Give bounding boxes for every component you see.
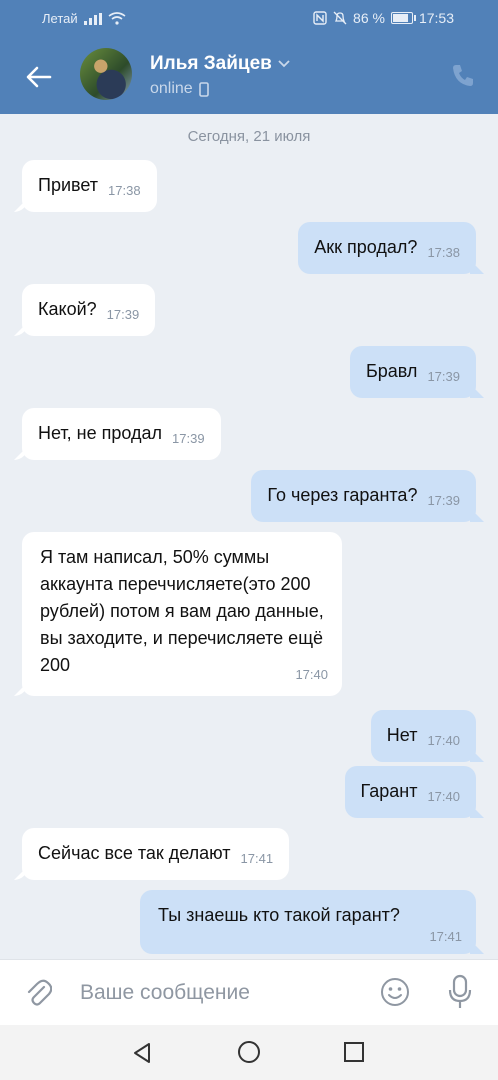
status-right: 86 % 17:53 xyxy=(313,10,454,26)
battery-level xyxy=(392,14,408,22)
message-incoming[interactable]: Какой? 17:39 xyxy=(22,284,156,336)
message-text: Я там написал, 50% суммы аккаунта перечч… xyxy=(40,547,324,675)
mute-icon xyxy=(333,11,347,25)
battery-percent: 86 % xyxy=(353,10,385,26)
message-text: Какой? xyxy=(38,299,97,319)
message-time: 17:38 xyxy=(427,245,460,260)
avatar[interactable] xyxy=(80,48,132,100)
status-bar: Летай 86 % 17:53 xyxy=(0,0,498,38)
message-time: 17:39 xyxy=(427,369,460,384)
carrier-name: Летай xyxy=(42,11,78,26)
contact-status: online xyxy=(150,80,209,98)
message-outgoing[interactable]: Го через гаранта? 17:39 xyxy=(251,470,476,522)
back-arrow-icon[interactable] xyxy=(24,62,54,92)
chat-header: Илья Зайцев online xyxy=(0,38,498,114)
mobile-icon xyxy=(198,81,209,97)
attach-icon[interactable] xyxy=(24,978,52,1008)
message-outgoing[interactable]: Акк продал? 17:38 xyxy=(298,222,476,274)
message-list[interactable]: Сегодня, 21 июля Привет 17:38 Акк продал?… xyxy=(0,114,498,959)
message-text: Ты знаешь кто такой гарант? xyxy=(158,905,400,925)
status-left: Летай xyxy=(42,11,126,26)
emoji-icon[interactable] xyxy=(380,977,410,1007)
message-time: 17:39 xyxy=(172,431,205,446)
contact-name-row[interactable]: Илья Зайцев xyxy=(150,53,290,75)
message-incoming[interactable]: Привет 17:38 xyxy=(22,160,157,212)
message-outgoing[interactable]: Бравл 17:39 xyxy=(349,346,476,398)
nav-recent-icon[interactable] xyxy=(343,1041,365,1063)
system-navigation-bar xyxy=(0,1025,498,1080)
message-time: 17:41 xyxy=(240,851,274,866)
phone-icon[interactable] xyxy=(450,62,476,88)
message-time: 17:39 xyxy=(427,493,460,508)
chevron-down-icon xyxy=(278,60,290,68)
battery-icon xyxy=(390,12,416,24)
contact-name: Илья Зайцев xyxy=(150,53,272,74)
message-time: 17:40 xyxy=(427,733,460,748)
message-text: Сейчас все так делают xyxy=(38,843,231,863)
message-outgoing[interactable]: Гарант 17:40 xyxy=(344,766,476,818)
message-text: Бравл xyxy=(365,361,418,381)
message-text: Нет xyxy=(386,725,418,745)
message-text: Нет, не продал xyxy=(38,423,163,443)
message-time: 17:40 xyxy=(427,789,460,804)
online-status: online xyxy=(150,80,193,97)
signal-icon xyxy=(83,12,102,25)
message-time: 17:40 xyxy=(295,667,328,682)
message-incoming[interactable]: Я там написал, 50% суммы аккаунта перечч… xyxy=(22,532,342,696)
message-time: 17:39 xyxy=(106,307,140,322)
composer xyxy=(0,959,498,1026)
message-incoming[interactable]: Нет, не продал 17:39 xyxy=(22,408,221,460)
mic-icon[interactable] xyxy=(448,974,472,1010)
clock: 17:53 xyxy=(418,10,454,26)
nav-back-icon[interactable] xyxy=(130,1041,154,1065)
message-time: 17:38 xyxy=(108,183,141,198)
nav-home-icon[interactable] xyxy=(237,1040,261,1064)
message-text: Привет xyxy=(38,175,99,195)
date-divider: Сегодня, 21 июля xyxy=(187,128,311,145)
message-text: Го через гаранта? xyxy=(267,485,418,505)
message-outgoing[interactable]: Ты знаешь кто такой гарант? 17:41 xyxy=(140,890,476,954)
wifi-icon xyxy=(108,12,126,25)
message-outgoing[interactable]: Нет 17:40 xyxy=(370,710,476,762)
nfc-icon xyxy=(313,11,327,25)
message-time: 17:41 xyxy=(429,929,462,944)
message-text: Гарант xyxy=(360,781,418,801)
message-input[interactable] xyxy=(78,976,362,1010)
message-incoming[interactable]: Сейчас все так делают 17:41 xyxy=(22,828,290,880)
message-text: Акк продал? xyxy=(314,237,418,257)
